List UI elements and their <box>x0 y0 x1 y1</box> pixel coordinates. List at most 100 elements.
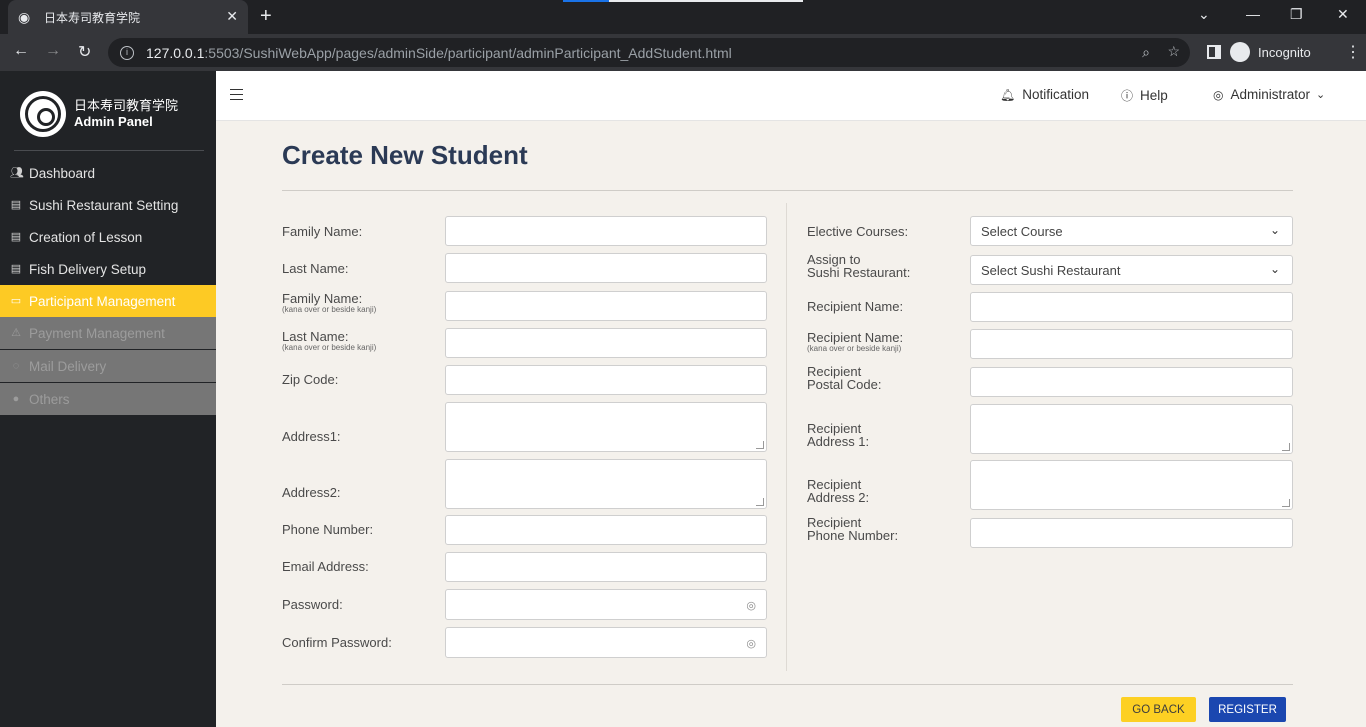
eye-slash-icon[interactable]: ◎ <box>746 599 756 612</box>
last-name-kana-input[interactable] <box>445 328 767 358</box>
kana-note: (kana over or beside kanji) <box>282 343 377 352</box>
close-tab-icon[interactable]: ✕ <box>226 8 238 25</box>
address1-textarea[interactable] <box>445 402 767 452</box>
recipient-postal-line2: Postal Code: <box>807 377 882 392</box>
family-name-kana-text: Family Name: <box>282 291 363 306</box>
elective-courses-select[interactable]: Select Course ⌄ <box>970 216 1293 246</box>
sidebar-item-others[interactable]: ● Others <box>0 383 216 416</box>
sidebar-item-participant-management[interactable]: ▭ Participant Management <box>0 285 216 317</box>
back-arrow-icon[interactable]: ← <box>13 42 29 60</box>
user-circle-icon: ◎ <box>1213 87 1224 102</box>
reload-icon[interactable]: ↻ <box>78 42 91 62</box>
recipient-postal-input[interactable] <box>970 367 1293 397</box>
hamburger-menu-icon[interactable] <box>230 89 243 100</box>
confirm-password-input[interactable]: ◎ <box>445 627 767 658</box>
address2-textarea[interactable] <box>445 459 767 509</box>
zip-code-input[interactable] <box>445 365 767 395</box>
help-label: Help <box>1140 88 1168 103</box>
tab-search-chevron-icon[interactable]: ⌄ <box>1198 6 1210 23</box>
new-tab-icon[interactable]: + <box>260 5 272 28</box>
brand-name: 日本寿司教育学院 <box>74 98 179 113</box>
document-icon: ▤ <box>10 263 22 275</box>
browser-tab[interactable]: ◉ 日本寿司教育学院 ✕ <box>8 0 248 34</box>
bell-icon: 🔔︎ <box>1000 87 1016 102</box>
sidebar: 日本寿司教育学院 Admin Panel 👥︎ Dashboard ▤ Sush… <box>0 71 216 727</box>
sidebar-item-label: Dashboard <box>29 165 96 181</box>
address-bar: ← → ↻ i 127.0.0.1:5503/SushiWebApp/pages… <box>0 34 1366 71</box>
confirm-password-label: Confirm Password: <box>282 635 392 650</box>
sidebar-item-label: Payment Management <box>29 325 165 341</box>
side-panel-icon[interactable] <box>1207 45 1221 59</box>
recipient-name-kana-input[interactable] <box>970 329 1293 359</box>
register-button[interactable]: REGISTER <box>1209 697 1286 722</box>
site-info-icon[interactable]: i <box>120 45 134 60</box>
main-content: Create New Student Family Name: Last Nam… <box>216 121 1366 727</box>
assign-label-line2: Sushi Restaurant: <box>807 265 911 280</box>
notification-button[interactable]: 🔔︎ Notification <box>1000 87 1089 102</box>
address1-label: Address1: <box>282 429 341 444</box>
document-icon: ▤ <box>10 199 22 211</box>
recipient-name-input[interactable] <box>970 292 1293 322</box>
password-input[interactable]: ◎ <box>445 589 767 620</box>
logo-icon <box>20 91 66 137</box>
assign-restaurant-select[interactable]: Select Sushi Restaurant ⌄ <box>970 255 1293 285</box>
help-button[interactable]: ⓘ Help <box>1121 87 1168 104</box>
last-name-input[interactable] <box>445 253 767 283</box>
elective-courses-value: Select Course <box>981 223 1063 239</box>
brand: 日本寿司教育学院 Admin Panel <box>20 91 178 137</box>
browser-menu-icon[interactable]: ⋮ <box>1345 42 1361 62</box>
close-window-icon[interactable]: ✕ <box>1337 6 1349 23</box>
incognito-label: Incognito <box>1258 44 1311 60</box>
restore-icon[interactable]: ❐ <box>1290 6 1303 23</box>
user-name: Administrator <box>1230 87 1311 102</box>
tab-title: 日本寿司教育学院 <box>44 10 141 25</box>
elective-courses-label: Elective Courses: <box>807 224 909 239</box>
omnibox[interactable]: i 127.0.0.1:5503/SushiWebApp/pages/admin… <box>108 38 1190 67</box>
recipient-name-kana-label: Recipient Name: (kana over or beside kan… <box>807 331 903 353</box>
page-title: Create New Student <box>282 140 528 170</box>
kana-note: (kana over or beside kanji) <box>282 305 377 314</box>
document-icon: ▤ <box>10 231 22 243</box>
sidebar-item-mail-delivery[interactable]: ◌ Mail Delivery <box>0 350 216 383</box>
user-menu[interactable]: ◎ Administrator ⌄ <box>1213 87 1325 102</box>
phone-number-input[interactable] <box>445 515 767 545</box>
sidebar-item-payment-management[interactable]: ⚠ Payment Management <box>0 317 216 350</box>
go-back-button[interactable]: GO BACK <box>1121 697 1196 722</box>
loading-bar <box>563 0 803 2</box>
recipient-phone-label: Recipient Phone Number: <box>807 516 898 542</box>
title-divider <box>282 190 1293 191</box>
recipient-phone-input[interactable] <box>970 518 1293 548</box>
address2-label: Address2: <box>282 485 341 500</box>
column-divider <box>786 203 787 671</box>
sidebar-item-fish-delivery-setup[interactable]: ▤ Fish Delivery Setup <box>0 253 216 285</box>
email-label: Email Address: <box>282 559 369 574</box>
sidebar-item-creation-of-lesson[interactable]: ▤ Creation of Lesson <box>0 221 216 253</box>
chevron-down-icon: ⌄ <box>1316 89 1326 101</box>
minimize-icon[interactable]: — <box>1246 6 1260 22</box>
recipient-address1-textarea[interactable] <box>970 404 1293 454</box>
chevron-down-icon: ⌄ <box>1269 223 1280 237</box>
last-name-kana-label: Last Name: (kana over or beside kanji) <box>282 330 376 352</box>
sidebar-item-sushi-restaurant-setting[interactable]: ▤ Sushi Restaurant Setting <box>0 189 216 221</box>
password-label: Password: <box>282 597 343 612</box>
incognito-profile[interactable]: Incognito <box>1230 39 1311 65</box>
forward-arrow-icon[interactable]: → <box>45 42 61 60</box>
bookmark-star-icon[interactable]: ☆ <box>1167 43 1180 60</box>
email-input[interactable] <box>445 552 767 582</box>
recipient-address2-textarea[interactable] <box>970 460 1293 510</box>
recipient-address1-line2: Address 1: <box>807 434 870 449</box>
recipient-phone-line2: Phone Number: <box>807 528 899 543</box>
last-name-kana-text: Last Name: <box>282 329 349 344</box>
family-name-kana-input[interactable] <box>445 291 767 321</box>
help-circle-icon: ⓘ <box>1121 89 1134 103</box>
recipient-name-label: Recipient Name: <box>807 299 904 314</box>
sidebar-item-label: Fish Delivery Setup <box>29 261 147 277</box>
family-name-input[interactable] <box>445 216 767 246</box>
url-host: 127.0.0.1 <box>146 44 205 61</box>
sidebar-item-label: Creation of Lesson <box>29 229 143 245</box>
footer-divider <box>282 684 1293 685</box>
sidebar-menu: 👥︎ Dashboard ▤ Sushi Restaurant Setting … <box>0 157 216 416</box>
zoom-icon[interactable]: ⌕ <box>1142 44 1150 61</box>
eye-slash-icon[interactable]: ◎ <box>746 637 756 650</box>
sidebar-item-dashboard[interactable]: 👥︎ Dashboard <box>0 157 216 189</box>
